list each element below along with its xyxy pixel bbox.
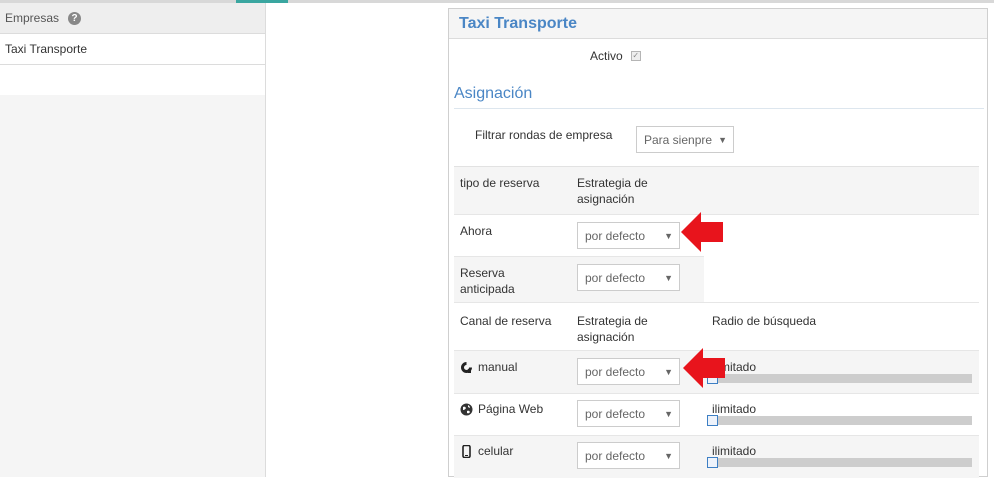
globe-icon bbox=[460, 403, 473, 416]
panel-title: Taxi Transporte bbox=[449, 9, 987, 39]
radius-slider[interactable] bbox=[707, 416, 972, 425]
sidebar-header: Empresas ? bbox=[0, 3, 265, 34]
strategy-select-web[interactable]: por defecto ▼ bbox=[577, 400, 680, 427]
channel-manual: manual bbox=[478, 360, 518, 374]
active-row: Activo ✓ bbox=[590, 49, 641, 63]
strategy-select-manual[interactable]: por defecto ▼ bbox=[577, 358, 680, 385]
red-arrow-annotation bbox=[683, 348, 725, 388]
strategy-select-value: por defecto bbox=[585, 406, 646, 421]
company-panel: Taxi Transporte Activo ✓ Asignación Filt… bbox=[448, 8, 988, 478]
help-icon[interactable]: ? bbox=[68, 11, 82, 25]
section-title: Asignación bbox=[454, 85, 984, 109]
divider bbox=[454, 302, 979, 303]
channel-web: Página Web bbox=[478, 402, 544, 416]
active-checkbox[interactable]: ✓ bbox=[630, 51, 641, 61]
filter-select[interactable]: Para sienpre ▼ bbox=[636, 126, 734, 153]
chevron-down-icon: ▼ bbox=[664, 231, 673, 241]
header-channel-strategy: Estrategia de asignación bbox=[577, 314, 648, 344]
channel-mobile: celular bbox=[478, 444, 514, 458]
chevron-down-icon: ▼ bbox=[664, 367, 673, 377]
headset-icon bbox=[461, 362, 472, 373]
divider bbox=[454, 256, 704, 257]
sidebar-blank-row bbox=[0, 65, 265, 95]
chevron-down-icon: ▼ bbox=[664, 409, 673, 419]
header-search-radius: Radio de búsqueda bbox=[712, 314, 817, 328]
strategy-select-mobile[interactable]: por defecto ▼ bbox=[577, 442, 680, 469]
strategy-select-value: por defecto bbox=[585, 228, 646, 243]
radius-slider[interactable] bbox=[707, 374, 972, 383]
booking-type-advance: Reserva anticipada bbox=[460, 266, 515, 296]
booking-type-now: Ahora bbox=[460, 224, 493, 238]
chevron-down-icon: ▼ bbox=[664, 451, 673, 461]
radius-label: ilimitado bbox=[712, 402, 757, 416]
divider bbox=[454, 393, 979, 394]
radius-slider[interactable] bbox=[707, 458, 972, 467]
header-strategy: Estrategia de asignación bbox=[577, 176, 648, 206]
filter-label: Filtrar rondas de empresa bbox=[475, 128, 613, 142]
mobile-phone-icon bbox=[462, 445, 471, 458]
strategy-select-advance[interactable]: por defecto ▼ bbox=[577, 264, 680, 291]
radius-label: ilimitado bbox=[712, 444, 757, 458]
sidebar: Empresas ? Taxi Transporte bbox=[0, 3, 266, 477]
strategy-select-value: por defecto bbox=[585, 448, 646, 463]
header-booking-type: tipo de reserva bbox=[460, 176, 540, 190]
slider-handle[interactable] bbox=[707, 415, 718, 426]
slider-handle[interactable] bbox=[707, 457, 718, 468]
strategy-select-now[interactable]: por defecto ▼ bbox=[577, 222, 680, 249]
sidebar-title: Empresas bbox=[5, 11, 60, 25]
filter-select-value: Para sienpre bbox=[644, 132, 713, 147]
sidebar-item-label: Taxi Transporte bbox=[5, 42, 88, 56]
sidebar-item-company[interactable]: Taxi Transporte bbox=[0, 34, 265, 65]
header-channel: Canal de reserva bbox=[460, 314, 552, 328]
chevron-down-icon: ▼ bbox=[664, 273, 673, 283]
strategy-select-value: por defecto bbox=[585, 364, 646, 379]
strategy-select-value: por defecto bbox=[585, 270, 646, 285]
chevron-down-icon: ▼ bbox=[718, 135, 727, 145]
active-label: Activo bbox=[590, 49, 623, 63]
red-arrow-annotation bbox=[681, 212, 723, 252]
